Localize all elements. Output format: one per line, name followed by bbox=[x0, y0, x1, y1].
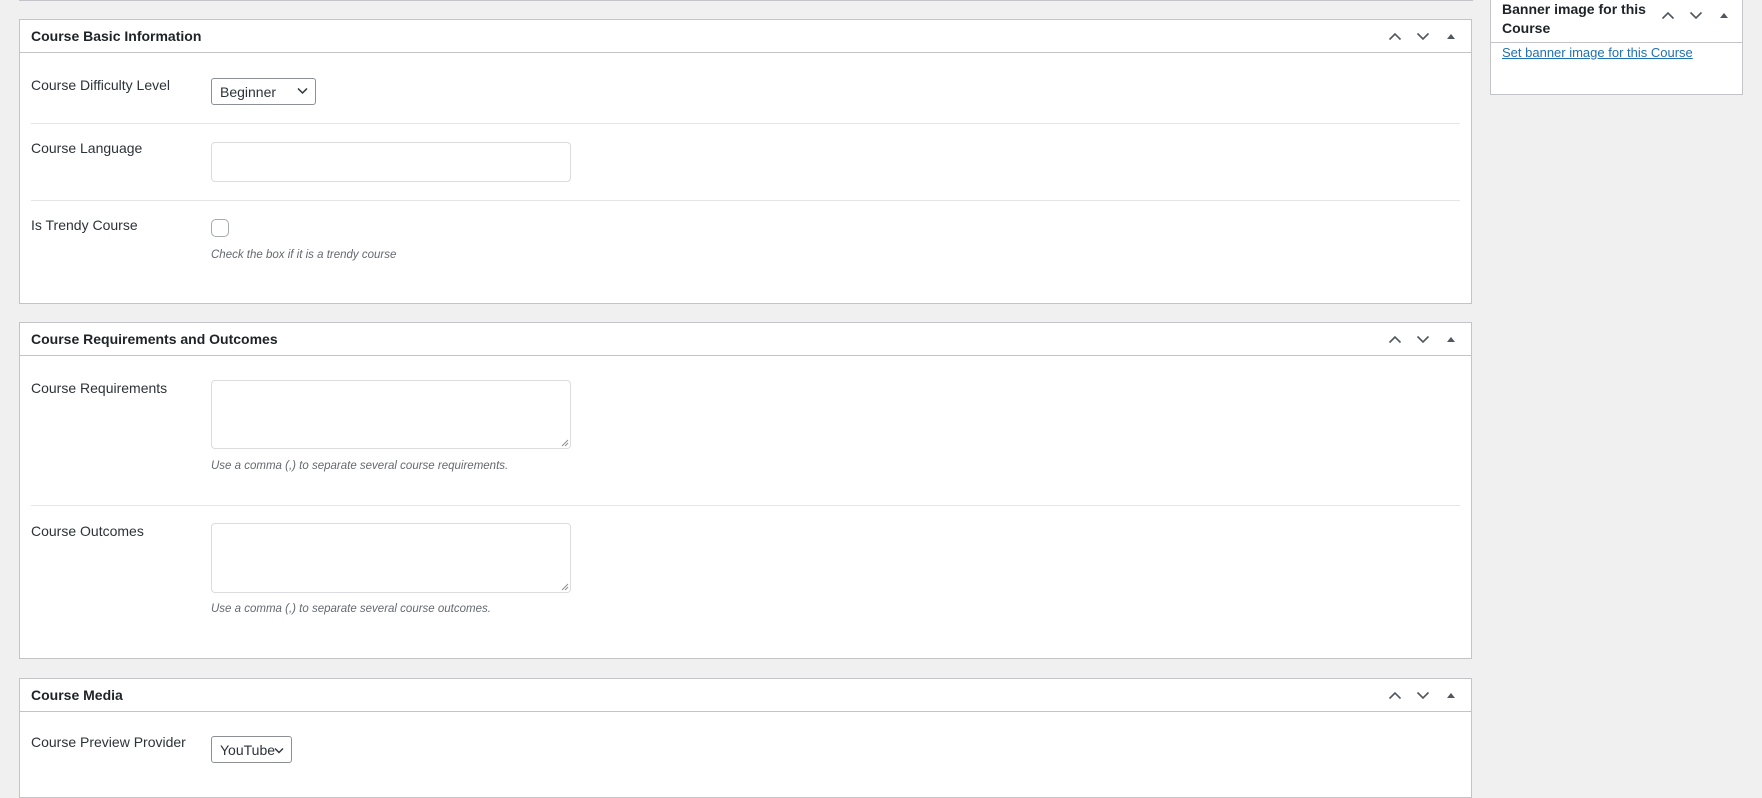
course-outcomes-description: Use a comma (,) to separate several cour… bbox=[211, 603, 491, 615]
toggle-panel-icon[interactable] bbox=[1712, 3, 1736, 27]
difficulty-level-value: Beginner bbox=[220, 83, 277, 100]
resize-grip-icon[interactable] bbox=[561, 439, 569, 447]
move-up-icon[interactable] bbox=[1383, 25, 1407, 49]
panel-header: Banner image for this Course bbox=[1491, 1, 1742, 43]
course-media-panel: Course Media Course Preview Provider You… bbox=[19, 678, 1472, 798]
field-divider bbox=[31, 123, 1460, 124]
toggle-panel-icon[interactable] bbox=[1439, 684, 1463, 708]
move-down-icon[interactable] bbox=[1411, 684, 1435, 708]
chevron-down-icon bbox=[297, 87, 308, 95]
previous-panel-bottom bbox=[19, 0, 1473, 1]
course-language-input[interactable] bbox=[211, 142, 571, 182]
toggle-panel-icon[interactable] bbox=[1439, 25, 1463, 49]
move-up-icon[interactable] bbox=[1383, 328, 1407, 352]
set-banner-image-link[interactable]: Set banner image for this Course bbox=[1502, 45, 1693, 60]
course-requirements-label: Course Requirements bbox=[31, 380, 168, 396]
panel-title: Course Requirements and Outcomes bbox=[31, 331, 278, 347]
is-trendy-course-checkbox[interactable] bbox=[211, 219, 229, 237]
panel-title: Course Media bbox=[31, 687, 123, 703]
course-preview-provider-value: YouTube bbox=[220, 741, 276, 758]
panel-handle-actions bbox=[1379, 20, 1463, 53]
panel-header: Course Basic Information bbox=[20, 20, 1471, 53]
move-down-icon[interactable] bbox=[1411, 328, 1435, 352]
course-requirements-description: Use a comma (,) to separate several cour… bbox=[211, 460, 509, 472]
is-trendy-course-label: Is Trendy Course bbox=[31, 217, 138, 233]
move-up-icon[interactable] bbox=[1383, 684, 1407, 708]
field-divider bbox=[31, 505, 1460, 506]
course-basic-information-panel: Course Basic Information Course Difficul… bbox=[19, 19, 1472, 304]
panel-header: Course Media bbox=[20, 679, 1471, 712]
move-up-icon[interactable] bbox=[1656, 3, 1680, 27]
trendy-course-description: Check the box if it is a trendy course bbox=[211, 249, 397, 261]
course-requirements-textarea[interactable] bbox=[211, 380, 571, 449]
panel-header: Course Requirements and Outcomes bbox=[20, 323, 1471, 356]
field-divider bbox=[31, 200, 1460, 201]
move-down-icon[interactable] bbox=[1411, 25, 1435, 49]
toggle-panel-icon[interactable] bbox=[1439, 328, 1463, 352]
difficulty-level-select[interactable]: Beginner bbox=[211, 78, 316, 105]
course-preview-provider-select[interactable]: YouTube bbox=[211, 736, 292, 763]
panel-title: Course Basic Information bbox=[31, 28, 202, 44]
panel-handle-actions bbox=[1379, 679, 1463, 712]
move-down-icon[interactable] bbox=[1684, 3, 1708, 27]
course-preview-provider-label: Course Preview Provider bbox=[31, 734, 186, 750]
banner-image-panel: Banner image for this Course Set banner … bbox=[1490, 0, 1743, 95]
difficulty-level-label: Course Difficulty Level bbox=[31, 77, 171, 93]
chevron-down-icon bbox=[274, 748, 284, 754]
course-outcomes-label: Course Outcomes bbox=[31, 523, 144, 539]
panel-handle-actions bbox=[1652, 1, 1736, 29]
resize-grip-icon[interactable] bbox=[561, 583, 569, 591]
panel-title: Banner image for this Course bbox=[1502, 1, 1646, 36]
course-outcomes-textarea[interactable] bbox=[211, 523, 571, 593]
course-language-label: Course Language bbox=[31, 140, 143, 156]
course-requirements-outcomes-panel: Course Requirements and Outcomes Course … bbox=[19, 322, 1472, 659]
panel-handle-actions bbox=[1379, 323, 1463, 356]
